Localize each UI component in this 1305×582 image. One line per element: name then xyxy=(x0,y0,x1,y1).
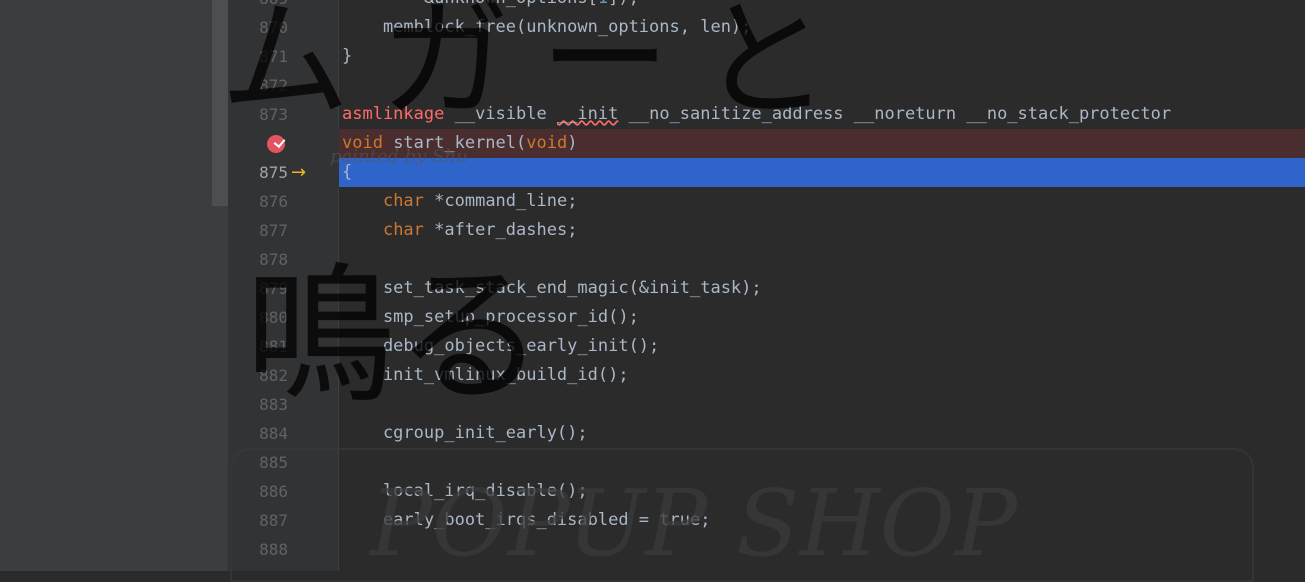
line-number[interactable]: 887 xyxy=(228,506,288,535)
code-token: asmlinkage xyxy=(342,104,445,124)
line-number[interactable]: 885 xyxy=(228,448,288,477)
code-token: *after_dashes; xyxy=(423,220,578,240)
code-text[interactable]: char *command_line; xyxy=(342,187,577,216)
line-number[interactable]: 888 xyxy=(228,535,288,564)
line-number[interactable]: 879 xyxy=(228,274,288,303)
code-token: smp_setup_processor_id(); xyxy=(342,307,639,327)
code-line[interactable]: 886 local_irq_disable(); xyxy=(228,477,1305,506)
code-text[interactable]: local_irq_disable(); xyxy=(342,477,588,506)
code-token: { xyxy=(342,162,353,182)
code-text[interactable]: char *after_dashes; xyxy=(342,216,577,245)
code-token: } xyxy=(342,46,353,66)
code-token: cgroup_init_early(); xyxy=(342,423,588,443)
code-token: __visible xyxy=(444,104,557,124)
line-number[interactable]: 881 xyxy=(228,332,288,361)
code-token: ]); xyxy=(608,0,639,8)
line-number[interactable]: 875 xyxy=(228,158,288,187)
execution-point-arrow-icon: → xyxy=(291,162,307,183)
line-number[interactable]: 869 xyxy=(228,0,288,13)
code-text[interactable]: init_vmlinux_build_id(); xyxy=(342,361,629,390)
line-number[interactable]: 877 xyxy=(228,216,288,245)
code-token: local_irq_disable(); xyxy=(342,481,588,501)
code-token: __no_sanitize_address __noreturn __no_st… xyxy=(618,104,1172,124)
code-token: void xyxy=(526,133,568,153)
line-number[interactable]: 880 xyxy=(228,303,288,332)
code-text[interactable]: asmlinkage __visible __init __no_sanitiz… xyxy=(342,100,1171,129)
code-token: set_task_stack_end_magic(&init_task); xyxy=(342,278,762,298)
code-text[interactable]: early_boot_irqs_disabled = true; xyxy=(342,506,711,535)
code-token: __init xyxy=(556,104,619,124)
line-number[interactable]: 872 xyxy=(228,71,288,100)
code-token: char xyxy=(382,191,424,211)
code-line[interactable]: 880 smp_setup_processor_id(); xyxy=(228,303,1305,332)
code-token: debug_objects_early_init(); xyxy=(342,336,660,356)
code-text[interactable]: void start_kernel(void) xyxy=(342,129,577,158)
line-number[interactable]: 882 xyxy=(228,361,288,390)
code-text[interactable]: set_task_stack_end_magic(&init_task); xyxy=(342,274,762,303)
line-number[interactable]: 883 xyxy=(228,390,288,419)
code-line[interactable]: 879 set_task_stack_end_magic(&init_task)… xyxy=(228,274,1305,303)
breakpoint-check-icon[interactable] xyxy=(267,135,285,153)
code-line-breakpoint[interactable]: void start_kernel(void) xyxy=(228,129,1305,158)
code-line[interactable]: 888 xyxy=(228,535,1305,564)
code-line[interactable]: 887 early_boot_irqs_disabled = true; xyxy=(228,506,1305,535)
code-line[interactable]: 871} xyxy=(228,42,1305,71)
code-line[interactable]: 877 char *after_dashes; xyxy=(228,216,1305,245)
line-number[interactable]: 884 xyxy=(228,419,288,448)
code-text[interactable]: cgroup_init_early(); xyxy=(342,419,588,448)
code-text[interactable]: debug_objects_early_init(); xyxy=(342,332,659,361)
code-line[interactable]: 882 init_vmlinux_build_id(); xyxy=(228,361,1305,390)
code-token: memblock_free(unknown_options, len); xyxy=(342,17,752,37)
code-token: ) xyxy=(567,133,578,153)
code-text[interactable]: { xyxy=(342,158,352,187)
code-token: char xyxy=(382,220,424,240)
code-line[interactable]: 873 asmlinkage __visible __init __no_sani… xyxy=(228,100,1305,129)
code-line[interactable]: 872 xyxy=(228,71,1305,100)
line-number[interactable]: 876 xyxy=(228,187,288,216)
code-editor[interactable]: 869 &unknown_options[1]);870 memblock_fr… xyxy=(228,0,1305,571)
line-number[interactable]: 870 xyxy=(228,13,288,42)
code-token: init_vmlinux_build_id(); xyxy=(342,365,629,385)
line-number[interactable]: 878 xyxy=(228,245,288,274)
code-line[interactable]: 870 memblock_free(unknown_options, len); xyxy=(228,13,1305,42)
code-line[interactable]: 883 xyxy=(228,390,1305,419)
code-text[interactable]: &unknown_options[1]); xyxy=(342,0,639,13)
code-token: 1 xyxy=(598,0,608,8)
code-token: void xyxy=(342,133,383,153)
code-line[interactable]: 869 &unknown_options[1]); xyxy=(228,0,1305,13)
code-text[interactable]: smp_setup_processor_id(); xyxy=(342,303,639,332)
code-line-current[interactable]: 875 → { xyxy=(228,158,1305,187)
scrollbar-thumb[interactable] xyxy=(212,0,228,206)
line-number[interactable]: 871 xyxy=(228,42,288,71)
code-token: early_boot_irqs_disabled = true; xyxy=(342,510,711,530)
code-line[interactable]: 881 debug_objects_early_init(); xyxy=(228,332,1305,361)
code-token: &unknown_options[ xyxy=(342,0,598,8)
code-line[interactable]: 885 xyxy=(228,448,1305,477)
code-line[interactable]: 878 xyxy=(228,245,1305,274)
code-token: *command_line; xyxy=(423,191,578,211)
project-panel xyxy=(0,0,212,571)
line-number[interactable]: 886 xyxy=(228,477,288,506)
code-text[interactable]: } xyxy=(342,42,352,71)
line-number[interactable]: 873 xyxy=(228,100,288,129)
code-line[interactable]: 884 cgroup_init_early(); xyxy=(228,419,1305,448)
code-text[interactable]: memblock_free(unknown_options, len); xyxy=(342,13,751,42)
code-token: start_kernel( xyxy=(382,133,527,153)
code-line[interactable]: 876 char *command_line; xyxy=(228,187,1305,216)
